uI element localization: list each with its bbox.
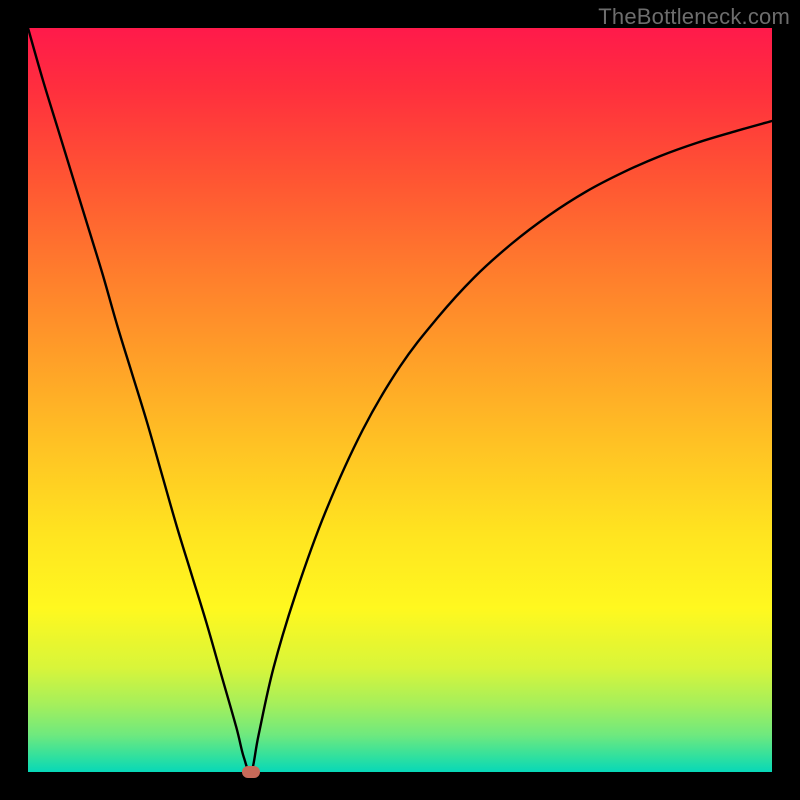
curve-path <box>28 28 772 773</box>
chart-frame: TheBottleneck.com <box>0 0 800 800</box>
optimum-marker <box>242 766 260 778</box>
plot-area <box>28 28 772 772</box>
watermark-text: TheBottleneck.com <box>598 4 790 30</box>
bottleneck-curve <box>28 28 772 772</box>
